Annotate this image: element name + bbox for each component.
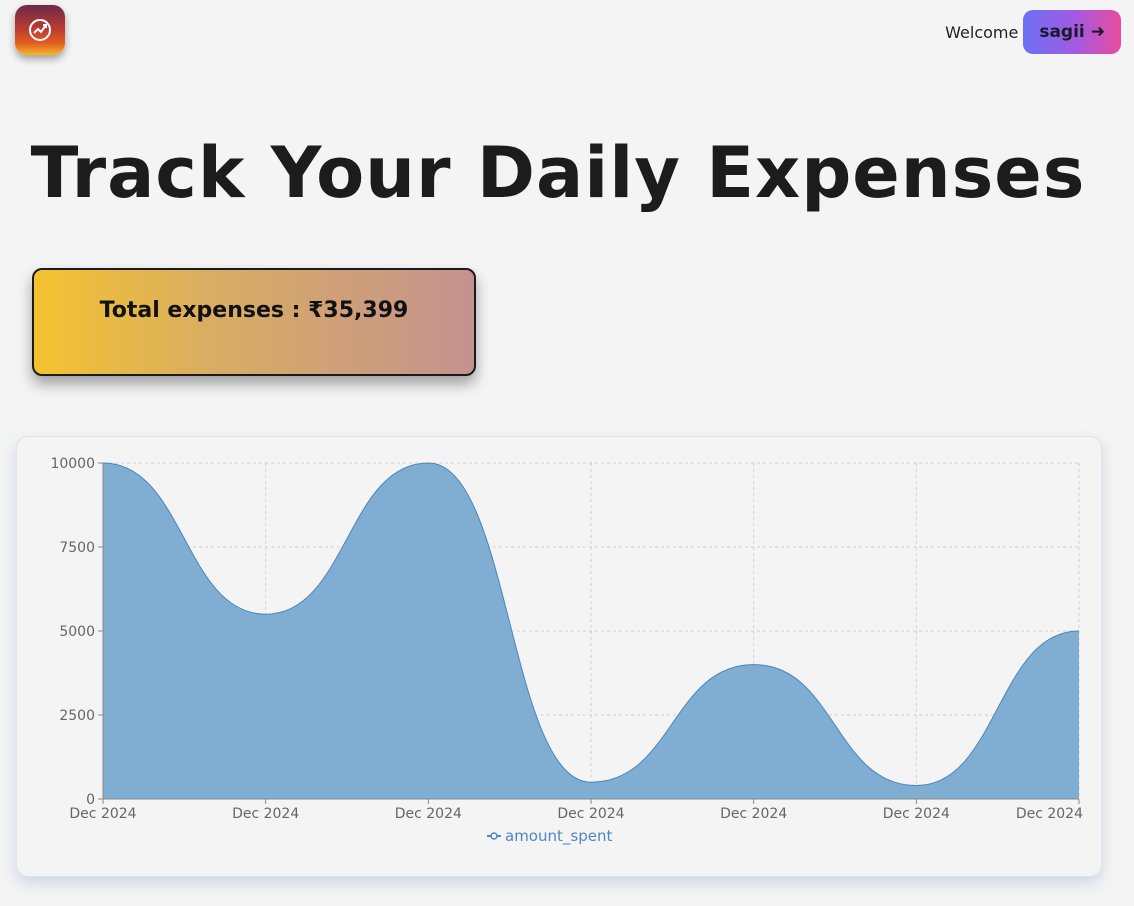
total-expenses-card: Total expenses : ₹35,399 — [32, 268, 476, 376]
y-tick-label: 7500 — [59, 540, 95, 556]
expenses-area-chart: 025005000750010000Dec 2024 Dec 2024 Dec 20… — [50, 456, 1083, 846]
page-title: Track Your Daily Expenses — [30, 132, 1086, 214]
x-tick-label: Dec 2024 — [883, 806, 950, 822]
legend-label: amount_spent — [505, 827, 612, 846]
total-expenses-label: Total expenses : ₹35,399 — [99, 298, 409, 323]
user-name: sagii — [1039, 22, 1085, 42]
y-tick-label: 2500 — [59, 708, 95, 724]
expense-tracker-logo-icon — [29, 19, 51, 41]
x-tick-label: Dec 2024 — [232, 806, 299, 822]
x-tick-label: Dec 2024 — [395, 806, 462, 822]
user-button[interactable]: sagii ➜ — [1023, 10, 1121, 54]
app-logo[interactable] — [15, 5, 65, 55]
arrow-right-icon: ➜ — [1090, 22, 1105, 42]
welcome-label: Welcome — [945, 22, 1019, 42]
y-tick-label: 5000 — [59, 624, 95, 640]
user-area: Welcome sagii ➜ — [945, 10, 1121, 54]
legend-marker-icon — [490, 832, 498, 840]
expenses-chart-card: 0 2500 5000 7500 10000 Dec 2024 Dec 2024 Dec 20… — [16, 436, 1102, 877]
x-tick-label: Dec 2024 — [557, 806, 624, 822]
x-tick-label: Dec 2024 — [720, 806, 787, 822]
x-tick-label: Dec 2024 — [1016, 806, 1083, 822]
y-tick-label: 10000 — [50, 456, 95, 472]
x-tick-label: Dec 2024 — [69, 806, 136, 822]
